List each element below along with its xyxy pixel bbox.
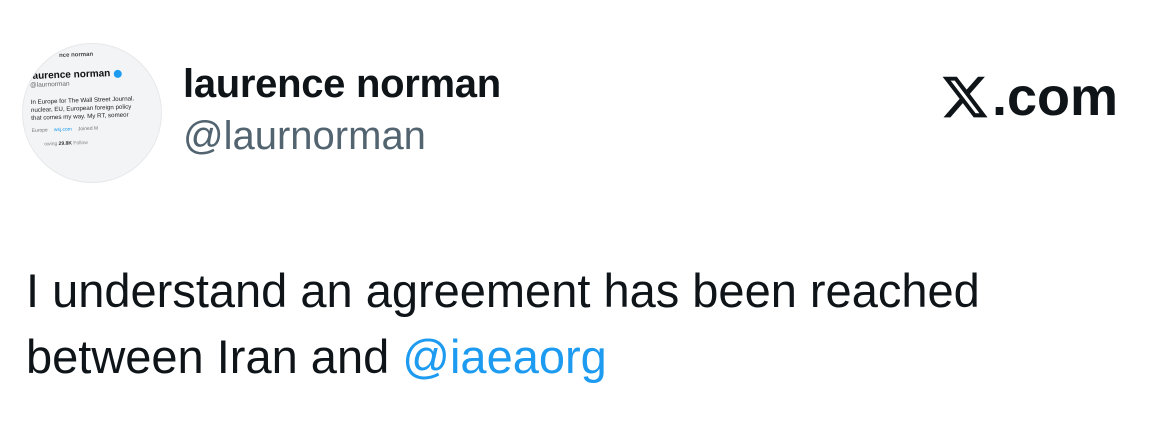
- avatar-profile-snapshot: nce norman laurence norman @laurnorman I…: [29, 49, 161, 148]
- avatar-follow-label: owing: [44, 141, 58, 148]
- avatar-follow-suffix: Follow: [73, 140, 88, 147]
- verified-badge-icon: [113, 69, 122, 78]
- avatar-bio: In Europe for The Wall Street Journal. n…: [31, 94, 161, 123]
- x-brand: .com: [940, 66, 1118, 128]
- tweet-text: I understand an agreement has been reach…: [26, 258, 1126, 390]
- brand-label: .com: [991, 67, 1118, 127]
- avatar-meta: Europe wsj.com Joined M: [31, 123, 161, 134]
- avatar-follow: owing 29.8K Follow: [44, 137, 161, 148]
- mention-link[interactable]: @iaeaorg: [402, 330, 607, 383]
- avatar-joined: Joined M: [77, 125, 99, 133]
- x-logo-icon: [942, 76, 988, 118]
- avatar-location: Europe: [31, 127, 48, 134]
- avatar-link: wsj.com: [53, 126, 72, 134]
- author-handle[interactable]: @laurnorman: [183, 114, 426, 159]
- avatar[interactable]: nce norman laurence norman @laurnorman I…: [22, 43, 162, 183]
- avatar-follow-count: 29.8K: [58, 140, 73, 148]
- author-display-name[interactable]: laurence norman: [183, 62, 501, 107]
